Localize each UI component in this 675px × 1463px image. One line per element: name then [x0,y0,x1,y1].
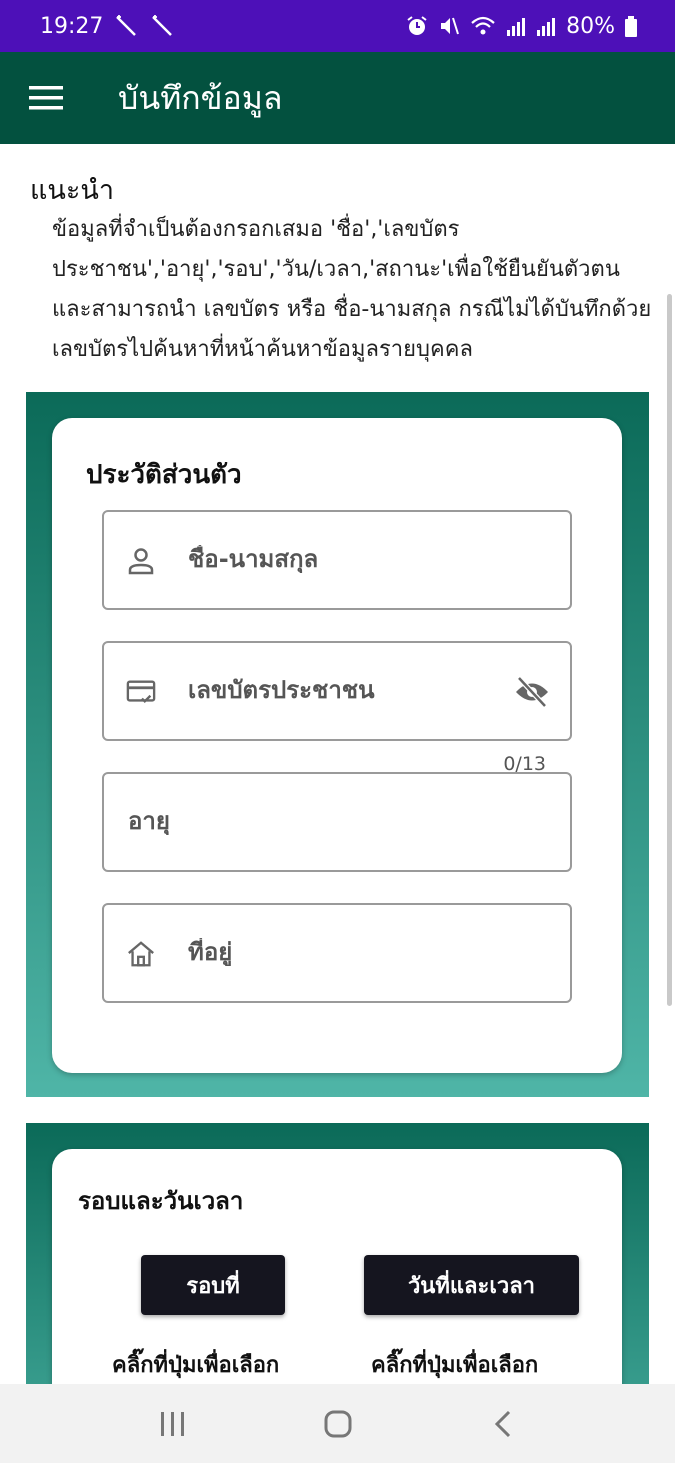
status-bar: 19:27 80% [0,0,675,52]
round-hint: คลิ๊กที่ปุ่มเพื่อเลือก [112,1353,280,1378]
name-field[interactable] [102,510,572,610]
schedule-card-title: รอบและวันเวลา [78,1187,244,1215]
signal-icon [506,15,526,37]
datetime-button[interactable]: วันที่และเวลา [364,1255,579,1315]
age-input[interactable] [128,807,428,835]
id-card-input[interactable] [188,676,488,704]
status-right: 80% [406,14,637,39]
home-nav-icon[interactable] [308,1394,368,1454]
schedule-section: รอบและวันเวลา รอบที่ วันที่และเวลา คลิ๊ก… [26,1123,649,1384]
personal-card: ประวัติส่วนตัว 0/13 [52,418,622,1073]
visibility-off-icon[interactable] [514,675,550,709]
mute-icon [438,15,460,37]
status-time: 19:27 [40,13,104,39]
guide-title: แนะนำ [30,175,114,206]
scrollbar[interactable] [667,294,672,1006]
datetime-hint: คลิ๊กที่ปุ่มเพื่อเลือก [371,1353,539,1378]
person-icon [126,546,156,576]
battery-percent: 80% [566,13,615,39]
personal-section: ประวัติส่วนตัว 0/13 [26,392,649,1097]
back-icon[interactable] [473,1394,533,1454]
age-field[interactable] [102,772,572,872]
wifi-icon [470,15,496,37]
alarm-icon [406,15,428,37]
personal-card-title: ประวัติส่วนตัว [86,460,242,490]
schedule-card: รอบและวันเวลา รอบที่ วันที่และเวลา คลิ๊ก… [52,1149,622,1384]
main-content[interactable]: แนะนำ ข้อมูลที่จำเป็นต้องกรอกเสมอ 'ชื่อ'… [0,144,675,1384]
app-bar: บันทึกข้อมูล [0,52,675,144]
status-left: 19:27 [40,13,175,39]
guide-text: ข้อมูลที่จำเป็นต้องกรอกเสมอ 'ชื่อ','เลขบ… [52,217,652,362]
name-input[interactable] [188,545,488,573]
signal-icon [536,15,556,37]
page-title: บันทึกข้อมูล [118,78,283,117]
address-field[interactable] [102,903,572,1003]
sparkle-icon [149,13,175,39]
id-card-field[interactable] [102,641,572,741]
address-input[interactable] [188,938,488,966]
recents-icon[interactable] [143,1394,203,1454]
system-nav-bar [0,1384,675,1463]
round-button[interactable]: รอบที่ [141,1255,285,1315]
battery-icon [625,15,637,37]
hamburger-menu-icon[interactable] [0,52,92,144]
id-card-icon [126,677,156,707]
sparkle-icon [113,13,139,39]
home-icon [126,939,156,969]
